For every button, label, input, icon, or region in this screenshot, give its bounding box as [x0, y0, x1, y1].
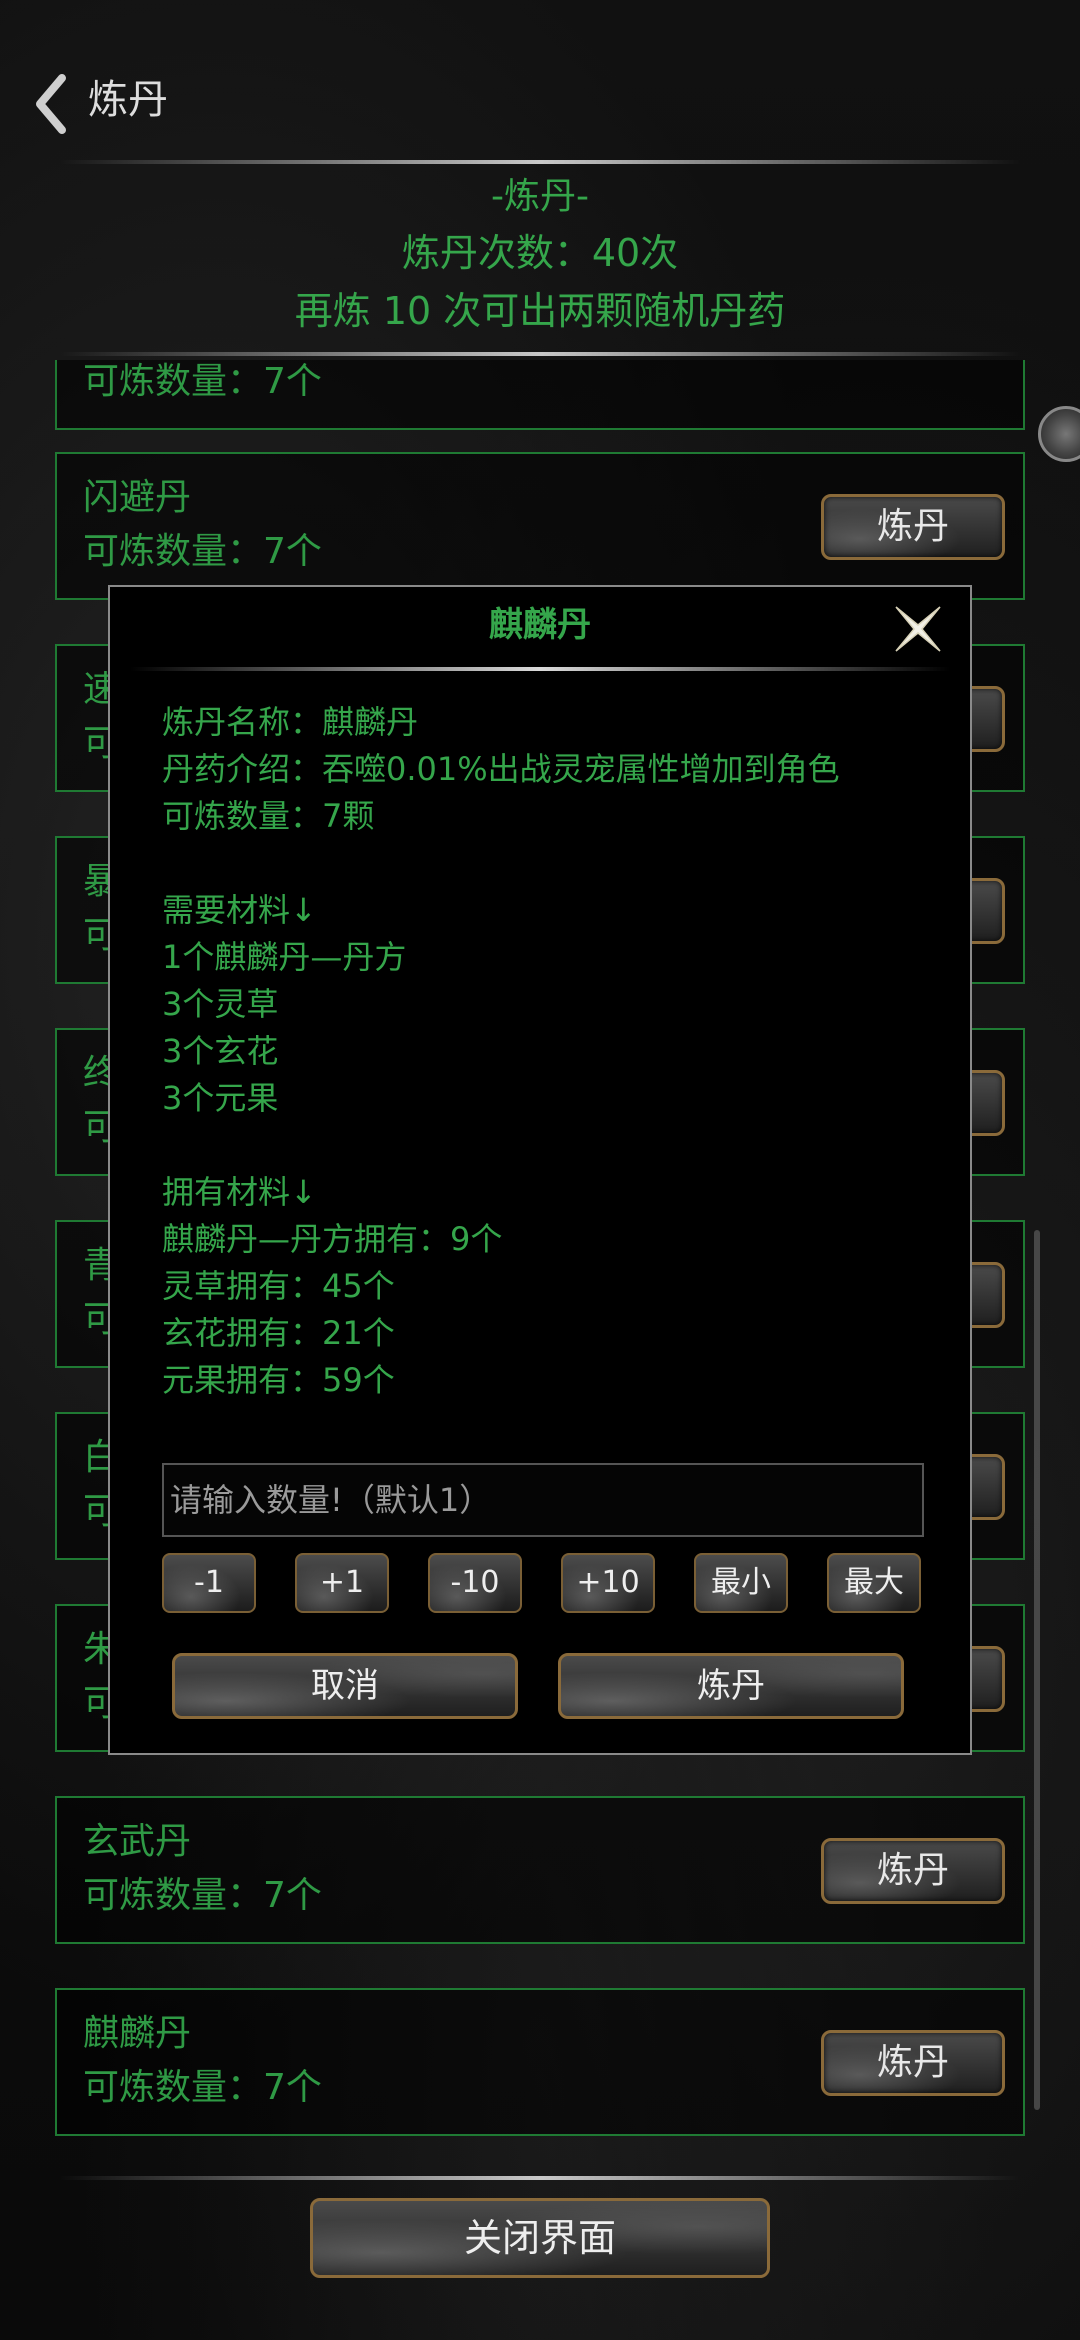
required-materials-heading: 需要材料↓	[162, 891, 317, 929]
pill-detail-modal: 麒麟丹 炼丹名称：麒麟丹 丹药介绍：吞噬0.01%出战灵宠属性增加到角色 可炼数…	[108, 585, 972, 1755]
back-arrow-icon[interactable]	[32, 74, 72, 134]
list-item-name: 麒麟丹	[83, 2013, 192, 2054]
section-title: -炼丹-	[491, 176, 589, 217]
list-scrollbar[interactable]	[1034, 1230, 1040, 2110]
page-title: 炼丹	[88, 77, 168, 123]
required-material: 1个麒麟丹—丹方	[162, 938, 407, 976]
list-item-shanbi: 闪避丹 可炼数量：7个 炼丹	[55, 452, 1025, 600]
owned-material: 元果拥有：59个	[162, 1361, 395, 1399]
plus-10-button[interactable]: +10	[561, 1553, 655, 1613]
alchemy-header: -炼丹- 炼丹次数：40次 再炼 10 次可出两颗随机丹药	[0, 170, 1080, 340]
refine-hint: 再炼 10 次可出两颗随机丹药	[294, 289, 786, 333]
modal-title: 麒麟丹	[489, 605, 591, 645]
pill-name-line: 炼丹名称：麒麟丹	[162, 703, 419, 741]
list-item-qilin: 麒麟丹 可炼数量：7个 炼丹	[55, 1988, 1025, 2136]
pill-desc-line: 丹药介绍：吞噬0.01%出战灵宠属性增加到角色	[162, 750, 840, 788]
header-divider-bottom	[60, 352, 1020, 356]
header-divider-top	[60, 160, 1020, 164]
refine-button[interactable]: 炼丹	[821, 1838, 1005, 1904]
list-item-name: 闪避丹	[83, 477, 192, 518]
refine-button[interactable]: 炼丹	[821, 494, 1005, 560]
list-item-name: 玄武丹	[83, 1821, 192, 1862]
required-material: 3个玄花	[162, 1032, 279, 1070]
owned-materials-heading: 拥有材料↓	[162, 1173, 317, 1211]
list-item-count: 可炼数量：7个	[83, 1875, 322, 1916]
floating-menu-knob[interactable]	[1038, 406, 1080, 462]
plus-1-button[interactable]: +1	[295, 1553, 389, 1613]
quantity-input[interactable]	[162, 1463, 924, 1537]
minus-10-button[interactable]: -10	[428, 1553, 522, 1613]
alchemy-screen: 炼丹 -炼丹- 炼丹次数：40次 再炼 10 次可出两颗随机丹药 可炼数量：7个…	[0, 0, 1080, 2340]
owned-material: 玄花拥有：21个	[162, 1314, 395, 1352]
min-button[interactable]: 最小	[694, 1553, 788, 1613]
max-button[interactable]: 最大	[827, 1553, 921, 1613]
list-item-count: 可炼数量：7个	[83, 2067, 322, 2108]
refine-button[interactable]: 炼丹	[821, 2030, 1005, 2096]
quantity-step-buttons: -1 +1 -10 +10 最小 最大	[162, 1553, 924, 1613]
close-panel-button[interactable]: 关闭界面	[310, 2198, 770, 2278]
list-item-count: 可炼数量：7个	[83, 361, 322, 402]
modal-actions: 取消 炼丹	[172, 1653, 916, 1719]
required-material: 3个元果	[162, 1079, 279, 1117]
modal-divider	[130, 667, 950, 671]
footer-divider	[60, 2176, 1020, 2180]
list-item-partial: 可炼数量：7个	[55, 360, 1025, 430]
refine-count: 炼丹次数：40次	[401, 231, 679, 275]
owned-material: 麒麟丹—丹方拥有：9个	[162, 1220, 503, 1258]
required-material: 3个灵草	[162, 985, 279, 1023]
pill-count-line: 可炼数量：7颗	[162, 797, 375, 835]
list-item-xuanwu: 玄武丹 可炼数量：7个 炼丹	[55, 1796, 1025, 1944]
close-icon[interactable]	[890, 601, 946, 657]
owned-material: 灵草拥有：45个	[162, 1267, 395, 1305]
minus-1-button[interactable]: -1	[162, 1553, 256, 1613]
cancel-button[interactable]: 取消	[172, 1653, 518, 1719]
pill-info: 炼丹名称：麒麟丹 丹药介绍：吞噬0.01%出战灵宠属性增加到角色 可炼数量：7颗…	[162, 699, 840, 1404]
top-bar: 炼丹	[0, 50, 1080, 150]
confirm-refine-button[interactable]: 炼丹	[558, 1653, 904, 1719]
list-item-count: 可炼数量：7个	[83, 531, 322, 572]
